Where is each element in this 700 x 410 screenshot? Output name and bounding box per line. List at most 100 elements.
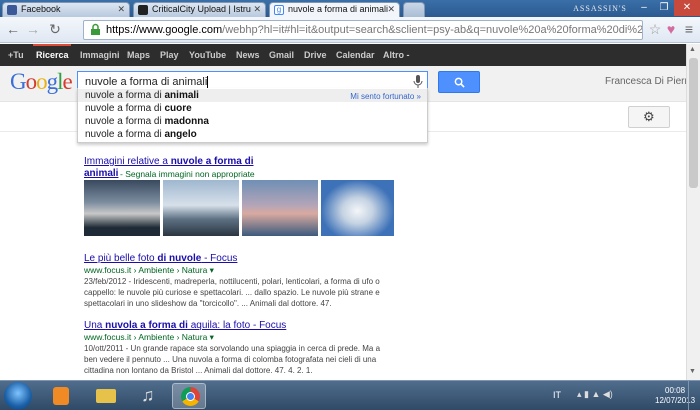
gbar-immagini[interactable]: Immagini — [80, 44, 120, 66]
minimize-button[interactable]: – — [634, 0, 654, 16]
gbar-maps[interactable]: Maps — [127, 44, 150, 66]
tab-title: CriticalCity Upload | Istru — [152, 4, 251, 14]
google-logo[interactable]: Google — [10, 69, 73, 95]
scroll-down-icon[interactable]: ▼ — [689, 368, 698, 378]
new-tab-button[interactable] — [403, 2, 425, 17]
suggestion-completion: madonna — [164, 116, 209, 127]
suggestion-completion: angelo — [164, 129, 197, 140]
show-desktop-button[interactable] — [688, 381, 700, 410]
tab-google-search[interactable]: g nuvole a forma di animali ✕ — [269, 2, 400, 17]
image-thumbnail[interactable] — [321, 180, 394, 236]
title-part: - Focus — [201, 253, 238, 264]
media-player-icon[interactable] — [44, 383, 78, 409]
images-result-title[interactable]: Immagini relative a nuvole a forma di — [84, 156, 254, 167]
windows-taskbar: ♫ IT ▴ ▮ ▲ ◀) 00:08 12/07/2013 — [0, 380, 700, 410]
gbar-drive[interactable]: Drive — [304, 44, 327, 66]
forward-button[interactable]: → — [24, 21, 42, 39]
result-title[interactable]: Una nuvola a forma di aquila: la foto - … — [84, 320, 286, 331]
extension-heart-icon[interactable]: ♥ — [662, 21, 680, 39]
menu-icon[interactable]: ≡ — [680, 21, 698, 39]
maximize-button[interactable]: ❐ — [654, 0, 674, 16]
scroll-up-icon[interactable]: ▲ — [689, 46, 698, 56]
snippet-line: cappello: le nuvole più curiose e spetta… — [84, 288, 380, 297]
file-explorer-icon[interactable] — [88, 383, 122, 409]
chrome-icon[interactable] — [172, 383, 206, 409]
suggestion-prefix: nuvole a forma di — [85, 129, 165, 140]
arrow-left-icon: ← — [6, 21, 20, 37]
title-part: Immagini relative a — [84, 156, 171, 167]
lock-icon — [91, 23, 100, 35]
url-host: https://www.google.com — [106, 24, 223, 36]
gbar-altro[interactable]: Altro - — [383, 44, 410, 66]
close-window-button[interactable]: ✕ — [674, 0, 700, 16]
gbar-ricerca[interactable]: Ricerca — [36, 44, 69, 66]
browser-tab-strip: Facebook ✕ CriticalCity Upload | Istru ✕… — [0, 0, 700, 28]
google-bar: +Tu Ricerca Immagini Maps Play YouTube N… — [0, 44, 686, 66]
gbar-youtube[interactable]: YouTube — [189, 44, 226, 66]
facebook-icon — [7, 5, 17, 15]
reload-button[interactable]: ↻ — [46, 21, 64, 39]
suggestion-prefix: nuvole a forma di — [85, 90, 165, 101]
title-part: nuvole a forma di — [170, 156, 254, 167]
tab-title: Facebook — [21, 4, 61, 14]
microphone-icon[interactable] — [413, 75, 423, 89]
search-button[interactable] — [438, 71, 480, 93]
address-bar[interactable]: https://www.google.com/webhp?hl=it#hl=it… — [83, 20, 643, 40]
title-part: Una — [84, 320, 106, 331]
suggestion-prefix: nuvole a forma di — [85, 103, 165, 114]
tray-icons[interactable]: ▴ ▮ ▲ ◀) — [577, 389, 613, 400]
autocomplete-dropdown: nuvole a forma di animali Mi sento fortu… — [77, 88, 428, 143]
suggestion-completion: cuore — [164, 103, 192, 114]
url-path: /webhp?hl=it#hl=it&output=search&sclient… — [222, 24, 643, 36]
result-snippet: 23/feb/2012 - Iridescenti, madreperla, n… — [84, 276, 402, 309]
result-url[interactable]: www.focus.it › Ambiente › Natura ▾ — [84, 265, 214, 276]
reload-icon: ↻ — [49, 21, 61, 37]
image-thumbnail[interactable] — [163, 180, 239, 236]
gbar-news[interactable]: News — [236, 44, 260, 66]
browser-toolbar: ← → ↻ https://www.google.com/webhp?hl=it… — [0, 17, 700, 43]
google-icon: g — [274, 5, 284, 15]
images-result-title-2[interactable]: animali — [84, 168, 118, 179]
gbar-plus[interactable]: +Tu — [8, 44, 24, 66]
snippet-line: spettacolari in uno slideshow da "torcic… — [84, 299, 332, 308]
vertical-scrollbar[interactable]: ▲ ▼ — [686, 44, 700, 380]
settings-button[interactable]: ⚙ — [628, 106, 670, 128]
gbar-gmail[interactable]: Gmail — [269, 44, 294, 66]
lucky-link[interactable]: Mi sento fortunato » — [350, 89, 421, 104]
close-tab-icon[interactable]: ✕ — [387, 3, 395, 16]
tab-criticalcity[interactable]: CriticalCity Upload | Istru ✕ — [133, 2, 266, 17]
title-part: aquila: la foto - Focus — [187, 320, 287, 331]
snippet-line: ben vedere il pennuto ... Una nuvola a f… — [84, 355, 377, 364]
assassins-creed-logo: ASSASSIN'S CREED — [570, 1, 630, 28]
snippet-line: 23/feb/2012 - Iridescenti, madreperla, n… — [84, 277, 380, 286]
snippet-line: cittadina non lontano da Bristol ... Ani… — [84, 366, 313, 375]
scrollbar-thumb[interactable] — [689, 58, 698, 188]
result-snippet: 10/ott/2011 - Un grande rapace sta sorvo… — [84, 343, 402, 376]
itunes-icon[interactable]: ♫ — [130, 383, 164, 409]
title-part: Le più belle foto — [84, 253, 158, 264]
arrow-right-icon: → — [26, 21, 40, 37]
suggestion-prefix: nuvole a forma di — [85, 116, 165, 127]
title-part: nuvola a forma di — [105, 320, 188, 331]
close-tab-icon[interactable]: ✕ — [117, 3, 125, 16]
suggestion-item[interactable]: nuvole a forma di animali Mi sento fortu… — [78, 89, 427, 102]
image-thumbnail[interactable] — [84, 180, 160, 236]
language-indicator[interactable]: IT — [553, 390, 561, 400]
start-button[interactable] — [4, 382, 32, 410]
back-button[interactable]: ← — [4, 21, 22, 39]
report-images-link[interactable]: - Segnala immagini non appropriate — [120, 169, 255, 179]
tab-facebook[interactable]: Facebook ✕ — [2, 2, 130, 17]
result-title[interactable]: Le più belle foto di nuvole - Focus — [84, 253, 237, 264]
suggestion-item[interactable]: nuvole a forma di angelo — [85, 128, 197, 141]
result-url[interactable]: www.focus.it › Ambiente › Natura ▾ — [84, 332, 214, 343]
snippet-line: 10/ott/2011 - Un grande rapace sta sorvo… — [84, 344, 381, 353]
magnifier-icon — [454, 77, 465, 88]
suggestion-item[interactable]: nuvole a forma di cuore — [85, 102, 192, 115]
image-thumbnail[interactable] — [242, 180, 318, 236]
tab-title: nuvole a forma di animali — [288, 4, 389, 14]
criticalcity-icon — [138, 5, 148, 15]
gbar-calendar[interactable]: Calendar — [336, 44, 375, 66]
close-tab-icon[interactable]: ✕ — [253, 3, 261, 16]
gbar-play[interactable]: Play — [160, 44, 179, 66]
suggestion-item[interactable]: nuvole a forma di madonna — [85, 115, 209, 128]
